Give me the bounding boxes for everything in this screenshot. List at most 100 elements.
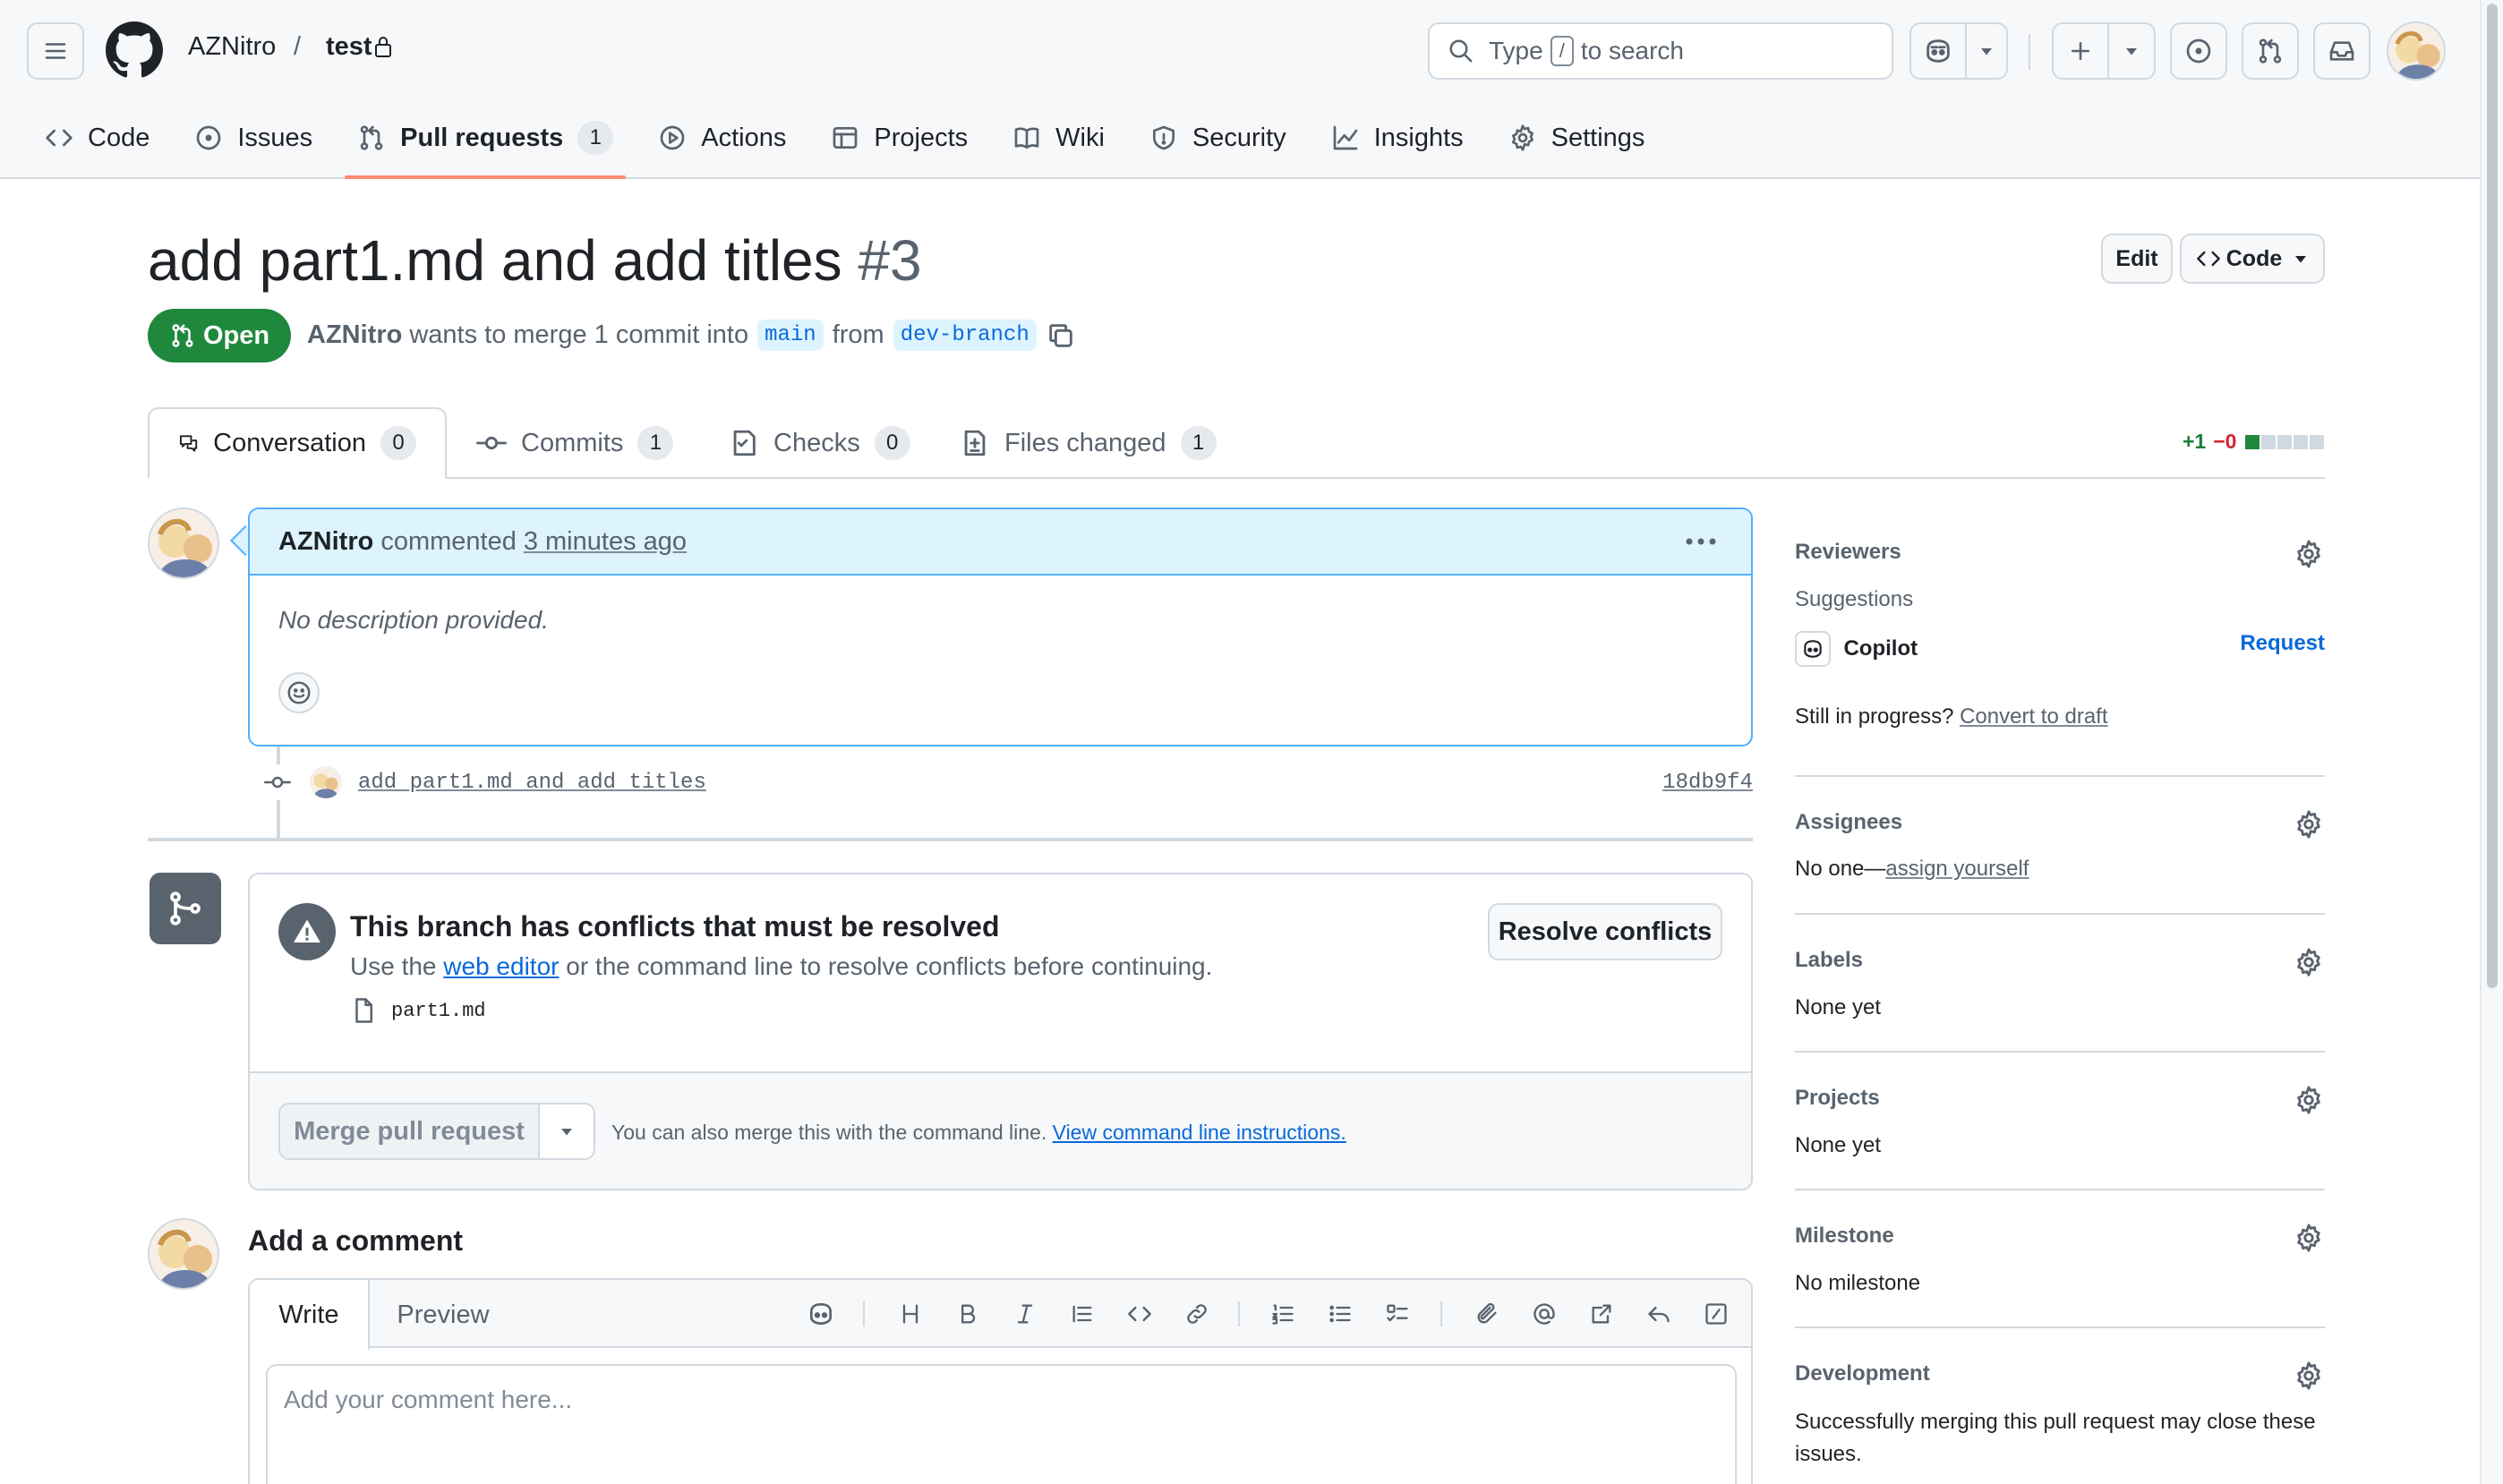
user-avatar[interactable] xyxy=(2387,21,2446,81)
code-dropdown-button[interactable]: Code xyxy=(2180,234,2325,284)
conflict-section: This branch has conflicts that must be r… xyxy=(250,874,1751,1073)
assign-yourself-link[interactable]: assign yourself xyxy=(1885,857,2029,881)
link-button[interactable] xyxy=(1179,1296,1215,1332)
preview-tab[interactable]: Preview xyxy=(375,1280,511,1350)
reviewers-heading[interactable]: Reviewers xyxy=(1795,540,2325,565)
comment-textarea[interactable]: Add your comment here... xyxy=(266,1364,1737,1484)
nav-settings[interactable]: Settings xyxy=(1496,111,1658,165)
slash-commands-button[interactable] xyxy=(1698,1296,1734,1332)
create-new-button[interactable] xyxy=(2052,22,2109,80)
edit-title-button[interactable]: Edit xyxy=(2101,234,2173,284)
page-scrollbar[interactable] xyxy=(2480,0,2503,1484)
italic-button[interactable] xyxy=(1007,1296,1043,1332)
merge-pull-request-button[interactable]: Merge pull request xyxy=(278,1103,540,1160)
link-icon xyxy=(1187,1304,1207,1324)
gear-icon xyxy=(2297,1361,2320,1390)
code-button[interactable] xyxy=(1122,1296,1158,1332)
head-branch[interactable]: dev-branch xyxy=(893,320,1037,351)
nav-wiki-label: Wiki xyxy=(1055,123,1105,152)
nav-projects[interactable]: Projects xyxy=(818,111,980,165)
code-icon xyxy=(46,129,73,147)
heading-button[interactable] xyxy=(893,1296,928,1332)
tab-commits[interactable]: Commits 1 xyxy=(448,407,702,479)
attach-button[interactable] xyxy=(1469,1296,1505,1332)
assignees-heading[interactable]: Assignees xyxy=(1795,810,2325,835)
tab-commits-label: Commits xyxy=(521,428,624,457)
commit-row: add part1.md and add titles 18db9f4 xyxy=(260,764,1753,800)
toolbar-divider xyxy=(863,1301,865,1326)
search-suffix: to search xyxy=(1580,37,1684,64)
command-line-instructions-link[interactable]: View command line instructions. xyxy=(1053,1121,1346,1144)
tab-conversation[interactable]: Conversation 0 xyxy=(148,407,447,479)
saved-replies-button[interactable] xyxy=(1641,1296,1677,1332)
nav-issues[interactable]: Issues xyxy=(182,111,325,165)
breadcrumb-repo[interactable]: test xyxy=(326,32,372,62)
nav-insights[interactable]: Insights xyxy=(1319,111,1476,165)
projects-heading[interactable]: Projects xyxy=(1795,1086,2325,1111)
request-review-button[interactable]: Request xyxy=(2240,631,2325,656)
bold-button[interactable] xyxy=(950,1296,986,1332)
smiley-icon xyxy=(287,681,311,704)
merge-method-dropdown[interactable] xyxy=(538,1103,595,1160)
issues-header-button[interactable] xyxy=(2170,22,2227,80)
github-logo-icon[interactable] xyxy=(106,21,163,79)
hamburger-icon xyxy=(45,43,66,59)
pull-requests-header-button[interactable] xyxy=(2242,22,2299,80)
reply-icon xyxy=(1648,1306,1670,1323)
milestone-heading[interactable]: Milestone xyxy=(1795,1224,2325,1249)
tab-conversation-label: Conversation xyxy=(213,428,366,457)
base-branch[interactable]: main xyxy=(757,320,824,351)
search-input[interactable]: Type / to search xyxy=(1428,22,1893,80)
commit-message-link[interactable]: add part1.md and add titles xyxy=(358,771,706,795)
inbox-button[interactable] xyxy=(2313,22,2371,80)
copilot-icon xyxy=(810,1303,832,1325)
numbered-list-button[interactable] xyxy=(1265,1296,1301,1332)
tab-checks[interactable]: Checks 0 xyxy=(700,407,939,479)
nav-code[interactable]: Code xyxy=(32,111,162,165)
reviewers-gear-button[interactable] xyxy=(2293,538,2325,570)
pr-author[interactable]: AZNitro xyxy=(307,320,402,350)
commit-author-avatar[interactable] xyxy=(310,766,342,798)
nav-pull-requests[interactable]: Pull requests 1 xyxy=(345,111,627,179)
nav-actions[interactable]: Actions xyxy=(645,111,799,165)
heading-icon xyxy=(902,1304,918,1324)
convert-to-draft-link[interactable]: Convert to draft xyxy=(1960,704,2107,729)
add-reaction-button[interactable] xyxy=(278,672,320,713)
development-gear-button[interactable] xyxy=(2293,1360,2325,1392)
copilot-dropdown-button[interactable] xyxy=(1965,22,2008,80)
mention-button[interactable] xyxy=(1526,1296,1562,1332)
copy-branch-button[interactable] xyxy=(1046,320,1076,351)
comment-author[interactable]: AZNitro xyxy=(278,527,373,557)
comment-author-avatar[interactable] xyxy=(148,507,219,579)
projects-gear-button[interactable] xyxy=(2293,1084,2325,1116)
tab-checks-count: 0 xyxy=(874,426,910,460)
development-heading[interactable]: Development xyxy=(1795,1361,2325,1386)
assignees-gear-button[interactable] xyxy=(2293,808,2325,840)
write-tab[interactable]: Write xyxy=(250,1280,370,1350)
labels-gear-button[interactable] xyxy=(2293,946,2325,978)
cross-reference-button[interactable] xyxy=(1584,1296,1619,1332)
copilot-tool-button[interactable] xyxy=(803,1296,839,1332)
nav-wiki[interactable]: Wiki xyxy=(1000,111,1117,165)
nav-settings-label: Settings xyxy=(1550,123,1645,152)
resolve-conflicts-button[interactable]: Resolve conflicts xyxy=(1488,903,1722,960)
create-new-dropdown[interactable] xyxy=(2107,22,2156,80)
diffstat-additions: +1 xyxy=(2183,430,2207,453)
milestone-gear-button[interactable] xyxy=(2293,1222,2325,1254)
comment-time[interactable]: 3 minutes ago xyxy=(524,527,687,557)
nav-security[interactable]: Security xyxy=(1137,111,1299,165)
commit-sha-link[interactable]: 18db9f4 xyxy=(1662,771,1753,795)
menu-button[interactable] xyxy=(27,22,84,80)
labels-heading[interactable]: Labels xyxy=(1795,948,2325,973)
task-list-button[interactable] xyxy=(1380,1296,1415,1332)
scrollbar-thumb[interactable] xyxy=(2487,4,2498,988)
alert-icon xyxy=(278,903,336,960)
web-editor-link[interactable]: web editor xyxy=(443,952,559,980)
copilot-button[interactable] xyxy=(1909,22,1967,80)
breadcrumb-owner[interactable]: AZNitro xyxy=(188,32,276,62)
sidebar-development: Development Successfully merging this pu… xyxy=(1795,1361,2325,1469)
tab-files-changed[interactable]: Files changed 1 xyxy=(931,407,1245,479)
comment-options-button[interactable] xyxy=(1681,524,1721,559)
quote-button[interactable] xyxy=(1064,1296,1100,1332)
bulleted-list-button[interactable] xyxy=(1322,1296,1358,1332)
